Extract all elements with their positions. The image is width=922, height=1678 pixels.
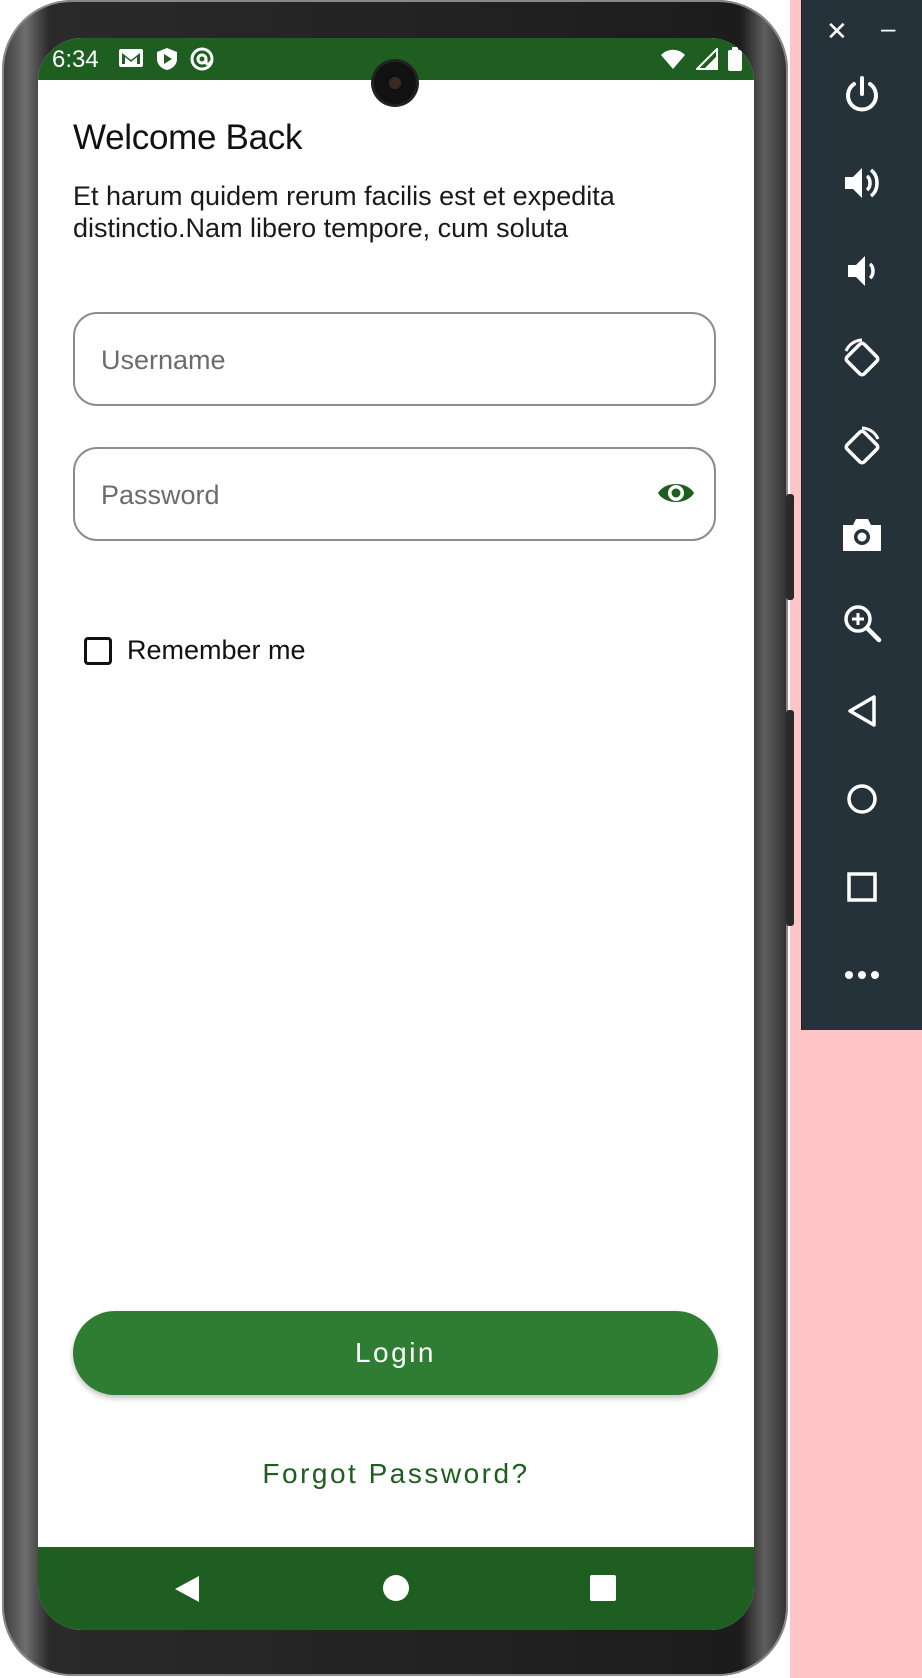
page-title: Welcome Back bbox=[73, 118, 303, 157]
zoom-icon[interactable] bbox=[838, 599, 886, 647]
password-field[interactable]: Password bbox=[73, 447, 716, 541]
volume-up-icon[interactable] bbox=[838, 159, 886, 207]
status-time: 6:34 bbox=[52, 46, 99, 73]
emulator-minimize-button[interactable]: – bbox=[881, 15, 895, 41]
login-button[interactable]: Login bbox=[73, 1311, 718, 1395]
device-frame: 6:34 Welcome Back Et harum quidem rerum … bbox=[0, 0, 794, 1678]
show-password-eye-icon[interactable] bbox=[656, 477, 696, 514]
emulator-close-button[interactable]: ✕ bbox=[826, 18, 848, 44]
shield-play-icon bbox=[157, 48, 177, 70]
battery-icon bbox=[728, 47, 742, 71]
overview-icon[interactable] bbox=[838, 863, 886, 911]
remember-me-row[interactable]: Remember me bbox=[84, 635, 306, 666]
emulator-side-panel: ✕ – bbox=[801, 0, 922, 1030]
remember-me-label: Remember me bbox=[127, 635, 306, 665]
wifi-icon bbox=[661, 49, 685, 69]
page-subtitle: Et harum quidem rerum facilis est et exp… bbox=[73, 181, 615, 243]
gmail-icon bbox=[119, 49, 143, 67]
remember-me-checkbox[interactable] bbox=[84, 636, 112, 665]
front-camera bbox=[374, 62, 416, 104]
volume-down-icon[interactable] bbox=[838, 247, 886, 295]
password-placeholder: Password bbox=[101, 480, 220, 510]
system-nav-bar bbox=[38, 1547, 754, 1630]
more-icon[interactable] bbox=[838, 951, 886, 999]
username-placeholder: Username bbox=[101, 345, 226, 375]
back-icon[interactable] bbox=[173, 1575, 201, 1603]
back-icon[interactable] bbox=[838, 687, 886, 735]
forgot-password-link[interactable]: Forgot Password? bbox=[38, 1458, 754, 1490]
home-icon[interactable] bbox=[383, 1575, 409, 1601]
power-icon[interactable] bbox=[838, 71, 886, 119]
recents-icon[interactable] bbox=[590, 1575, 616, 1601]
signal-icon bbox=[696, 48, 718, 70]
at-sync-icon bbox=[190, 47, 214, 71]
rotate-right-icon[interactable] bbox=[838, 423, 886, 471]
side-button-lower bbox=[786, 710, 794, 926]
screenshot-icon[interactable] bbox=[838, 511, 886, 559]
username-field[interactable]: Username bbox=[73, 312, 716, 406]
rotate-left-icon[interactable] bbox=[838, 335, 886, 383]
phone-screen: 6:34 Welcome Back Et harum quidem rerum … bbox=[38, 38, 754, 1630]
home-icon[interactable] bbox=[838, 775, 886, 823]
side-button-upper bbox=[786, 494, 794, 600]
